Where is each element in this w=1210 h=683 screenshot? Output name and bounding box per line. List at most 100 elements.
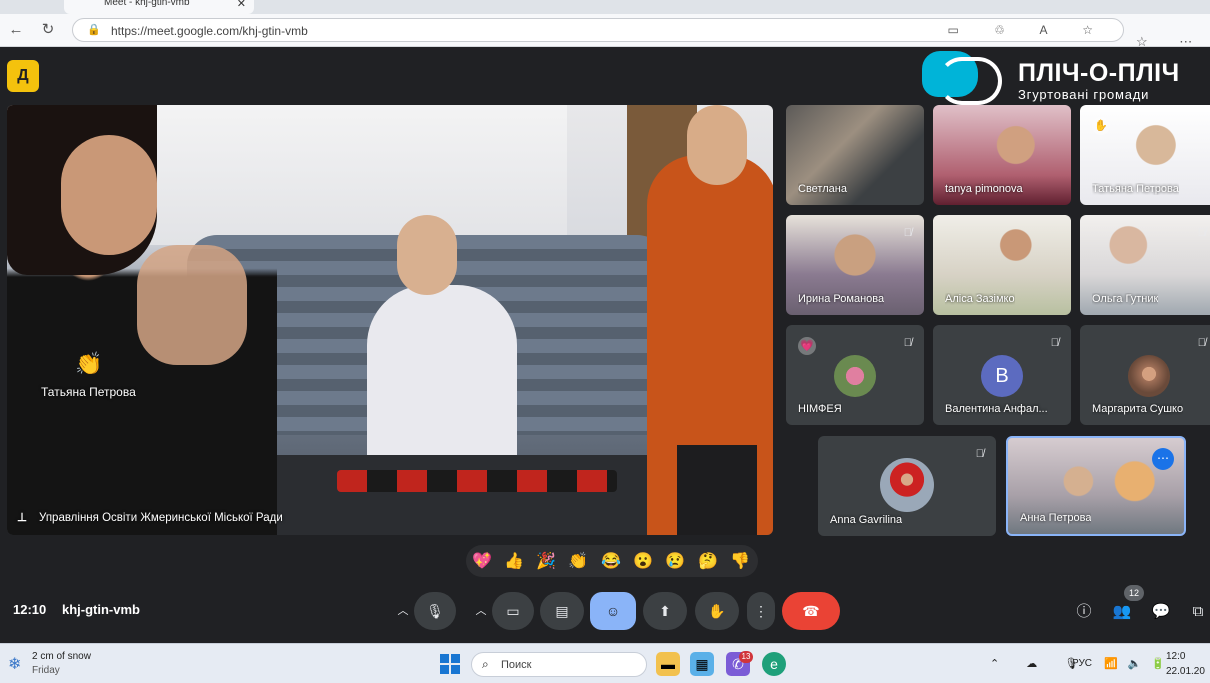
snowflake-icon[interactable]: ❄ bbox=[8, 654, 21, 674]
close-tab-icon[interactable]: ✕ bbox=[237, 0, 246, 10]
participant-name: Анна Петрова bbox=[1020, 512, 1092, 524]
people-icon[interactable]: 👥 bbox=[1110, 600, 1134, 624]
file-explorer-icon[interactable]: ▬ bbox=[656, 652, 680, 676]
mic-off-icon: 🎙̸ bbox=[1197, 227, 1206, 239]
participant-name: Светлана bbox=[798, 183, 847, 195]
address-bar-row: ← ↻ 🔒 https://meet.google.com/khj-gtin-v… bbox=[0, 14, 1210, 49]
video-person-clapping bbox=[7, 105, 277, 535]
video-table-items bbox=[337, 470, 617, 492]
participant-name: Маргарита Сушко bbox=[1092, 403, 1184, 415]
logo-title: ПЛІЧ-О-ПЛІЧ bbox=[1018, 59, 1180, 87]
participant-tile[interactable]: 🎙̸ Anna Gavrilina bbox=[818, 436, 996, 536]
edge-browser-icon[interactable]: e bbox=[762, 652, 786, 676]
avatar bbox=[1128, 355, 1170, 397]
presenter-name: Управління Освіти Жмеринської Міської Ра… bbox=[39, 512, 283, 524]
participant-tile[interactable]: 🎙̸ Ирина Романова bbox=[786, 215, 924, 315]
participant-tile[interactable]: tanya pimonova bbox=[933, 105, 1071, 205]
reactions-bar: 💖 👍 🎉 👏 😂 😮 😢 🤔 👎 bbox=[466, 545, 758, 577]
mic-off-icon: 🎙̸ bbox=[1050, 337, 1059, 349]
main-video-tile[interactable]: 👏 Татьяна Петрова ⊥ Управління Освіти Жме… bbox=[7, 105, 773, 535]
activity-badge[interactable]: Д bbox=[7, 60, 39, 92]
browser-tab-title: Meet - khj-gtin-vmb bbox=[104, 0, 190, 8]
leave-call-button[interactable]: ☎ bbox=[782, 592, 840, 630]
raised-hand-icon: 👏 bbox=[75, 351, 103, 376]
participant-tile-active[interactable]: ⋯ Анна Петрова bbox=[1006, 436, 1186, 536]
taskbar-clock-time[interactable]: 12:0 bbox=[1166, 651, 1185, 662]
main-video-name-tag: Татьяна Петрова bbox=[41, 385, 136, 399]
mic-off-icon: 🎙̸ bbox=[903, 337, 912, 349]
participant-tile[interactable]: 🎙̸ Маргарита Сушко bbox=[1080, 325, 1210, 425]
reaction-laugh-button[interactable]: 😂 bbox=[599, 551, 623, 573]
meet-window: Д ПЛІЧ-О-ПЛІЧ Згуртовані громади 👏 Татья… bbox=[0, 47, 1210, 643]
participant-tile[interactable]: 💗 🎙̸ НІМФЕЯ bbox=[786, 325, 924, 425]
address-bar-icons[interactable]: ▭ ♲ A ☆ bbox=[947, 23, 1109, 37]
logo-ring-shape bbox=[938, 57, 1002, 105]
reaction-surprised-button[interactable]: 😮 bbox=[631, 551, 655, 573]
participant-tile[interactable]: Светлана bbox=[786, 105, 924, 205]
participant-name: НІМФЕЯ bbox=[798, 403, 842, 415]
windows-taskbar: ❄ 2 cm of snow Friday ⌕ Поиск ▬ ▦ ✆ e ⌃ … bbox=[0, 643, 1210, 683]
activities-icon[interactable]: ⧉ bbox=[1186, 600, 1210, 624]
address-bar[interactable]: 🔒 https://meet.google.com/khj-gtin-vmb ▭… bbox=[72, 18, 1124, 42]
meeting-code: khj-gtin-vmb bbox=[62, 602, 140, 617]
raise-hand-button[interactable]: ✋ bbox=[695, 592, 739, 630]
reaction-thumbs-down-button[interactable]: 👎 bbox=[728, 551, 752, 573]
participant-tile[interactable]: ✋ Татьяна Петрова bbox=[1080, 105, 1210, 205]
mic-off-icon: 🎙̸ bbox=[903, 227, 912, 239]
present-screen-button[interactable]: ⬆ bbox=[643, 592, 687, 630]
video-person-standing bbox=[647, 105, 773, 535]
reaction-party-button[interactable]: 🎉 bbox=[534, 551, 558, 573]
url-text[interactable]: https://meet.google.com/khj-gtin-vmb bbox=[111, 24, 308, 38]
more-options-button[interactable]: ⋮ bbox=[747, 592, 775, 630]
browser-tab-meet[interactable]: Meet - khj-gtin-vmb ✕ bbox=[64, 0, 254, 14]
mic-off-icon: 🎙̸ bbox=[975, 448, 984, 460]
notification-badge: 13 bbox=[739, 651, 753, 663]
participant-tile[interactable]: 🎙̸ Ольга Гутник bbox=[1080, 215, 1210, 315]
microphone-button[interactable]: 🎙 bbox=[414, 592, 456, 630]
weather-text[interactable]: 2 cm of snow bbox=[32, 651, 91, 662]
meeting-info-icon[interactable]: ⓘ bbox=[1072, 600, 1096, 624]
participant-name: Аліса Зазімко bbox=[945, 293, 1015, 305]
lock-icon: 🔒 bbox=[87, 24, 101, 36]
taskbar-search[interactable]: ⌕ Поиск bbox=[471, 652, 647, 677]
browser-tab-strip: Meet - khj-gtin-vmb ✕ bbox=[0, 0, 1210, 14]
search-icon: ⌕ bbox=[482, 657, 489, 671]
network-volume-battery-icons[interactable]: 📶🔈🔋 bbox=[1104, 657, 1175, 670]
avatar: В bbox=[981, 355, 1023, 397]
taskbar-clock-date[interactable]: 22.01.20 bbox=[1166, 666, 1205, 677]
search-placeholder: Поиск bbox=[501, 659, 532, 671]
participant-tile[interactable]: Аліса Зазімко bbox=[933, 215, 1071, 315]
language-indicator[interactable]: РУС bbox=[1072, 658, 1092, 669]
reaction-thinking-button[interactable]: 🤔 bbox=[696, 551, 720, 573]
participant-name: tanya pimonova bbox=[945, 183, 1023, 195]
participant-name: Ольга Гутник bbox=[1092, 293, 1159, 305]
weather-day[interactable]: Friday bbox=[32, 665, 60, 676]
avatar bbox=[880, 458, 934, 512]
participant-name: Ирина Романова bbox=[798, 293, 885, 305]
windows-start-icon[interactable] bbox=[440, 654, 460, 674]
avatar bbox=[834, 355, 876, 397]
mic-off-icon: 🎙̸ bbox=[1197, 337, 1206, 349]
participant-name: Татьяна Петрова bbox=[1092, 183, 1179, 195]
chat-icon[interactable]: 💬 bbox=[1149, 600, 1173, 624]
photos-icon[interactable]: ▦ bbox=[690, 652, 714, 676]
more-options-icon[interactable]: ⋯ bbox=[1152, 448, 1174, 470]
reaction-thumbs-up-button[interactable]: 👍 bbox=[502, 551, 526, 573]
participant-tile[interactable]: 🎙̸ В Валентина Анфал... bbox=[933, 325, 1071, 425]
reload-icon[interactable]: ↻ bbox=[38, 20, 58, 40]
sponsor-logo: ПЛІЧ-О-ПЛІЧ Згуртовані громади bbox=[920, 49, 1200, 107]
participant-name: Anna Gavrilina bbox=[830, 514, 903, 526]
reaction-sad-button[interactable]: 😢 bbox=[663, 551, 687, 573]
reaction-clap-button[interactable]: 👏 bbox=[566, 551, 590, 573]
logo-subtitle: Згуртовані громади bbox=[1018, 87, 1150, 102]
pin-icon[interactable]: ⊥ bbox=[17, 512, 27, 524]
back-icon[interactable]: ← bbox=[6, 20, 26, 40]
reaction-heart-button[interactable]: 💖 bbox=[470, 551, 494, 573]
people-count-badge: 12 bbox=[1124, 585, 1144, 601]
camera-button[interactable]: ▭ bbox=[492, 592, 534, 630]
emoji-reactions-button[interactable]: ☺ bbox=[590, 592, 636, 630]
main-video-presenter-label: ⊥ Управління Освіти Жмеринської Міської Р… bbox=[17, 510, 283, 524]
captions-button[interactable]: ▤ bbox=[540, 592, 584, 630]
meeting-time: 12:10 bbox=[13, 602, 47, 617]
participant-name: Валентина Анфал... bbox=[945, 403, 1048, 415]
